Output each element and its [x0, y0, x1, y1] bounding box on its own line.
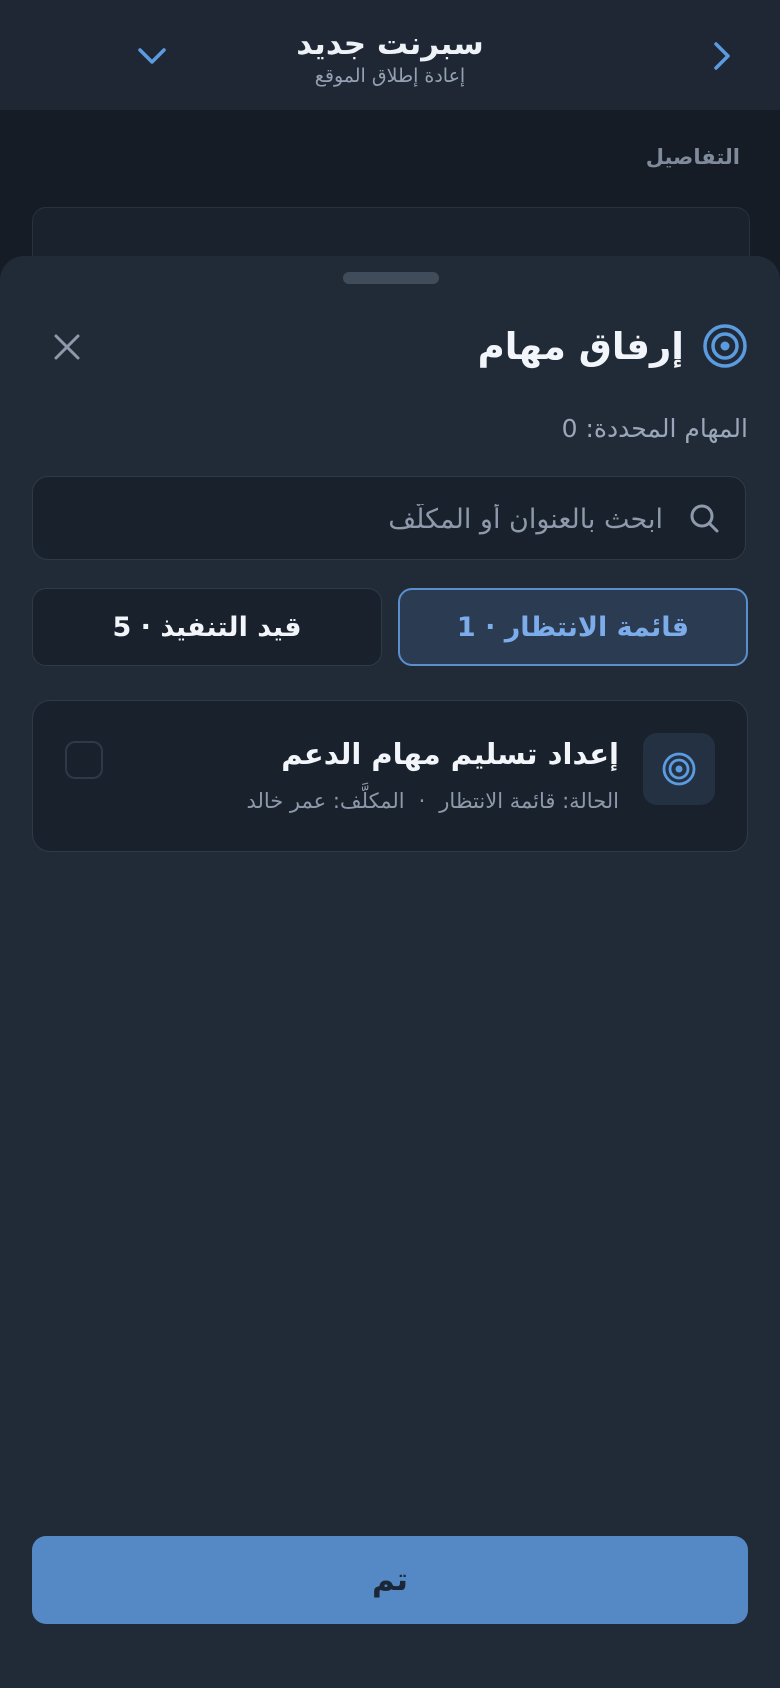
search-box — [32, 476, 746, 561]
task-icon-container — [643, 733, 715, 805]
sheet-header: إرفاق مهام — [478, 318, 748, 374]
task-meta: الحالة: قائمة الانتظار · المكلَّف: عمر خال… — [246, 789, 619, 813]
selected-count: المهام المحددة: 0 — [561, 414, 748, 443]
target-icon — [703, 324, 747, 368]
tab-in-progress[interactable]: قيد التنفيذ · 5 — [32, 588, 382, 666]
task-assignee: المكلَّف: عمر خالد — [246, 789, 405, 813]
sheet-title: إرفاق مهام — [477, 324, 684, 368]
sheet-drag-handle[interactable] — [343, 272, 439, 284]
close-icon[interactable] — [48, 328, 86, 366]
done-button[interactable]: تم — [32, 1536, 748, 1624]
top-bar: سبرنت جديد إعادة إطلاق الموقع — [0, 0, 780, 110]
screen: سبرنت جديد إعادة إطلاق الموقع التفاصيل إ… — [0, 0, 780, 1688]
search-icon — [690, 504, 719, 533]
details-section-label: التفاصيل — [645, 145, 740, 169]
tab-backlog[interactable]: قائمة الانتظار · 1 — [398, 588, 748, 666]
target-icon — [662, 752, 696, 786]
page-title: سبرنت جديد — [296, 26, 484, 62]
page-subtitle: إعادة إطلاق الموقع — [314, 65, 466, 87]
chevron-right-icon[interactable] — [704, 36, 738, 76]
task-checkbox[interactable] — [65, 741, 103, 779]
search-input[interactable] — [53, 477, 665, 561]
task-item[interactable]: إعداد تسليم مهام الدعم الحالة: قائمة الا… — [32, 700, 748, 852]
task-title: إعداد تسليم مهام الدعم — [281, 737, 619, 771]
task-status: الحالة: قائمة الانتظار — [439, 789, 619, 813]
status-tabs: قائمة الانتظار · 1 قيد التنفيذ · 5 — [32, 588, 748, 668]
meta-separator: · — [418, 789, 426, 813]
attach-tasks-sheet: إرفاق مهام المهام المحددة: 0 قائمة الانت… — [0, 256, 780, 1688]
header-titles: سبرنت جديد إعادة إطلاق الموقع — [0, 24, 780, 88]
